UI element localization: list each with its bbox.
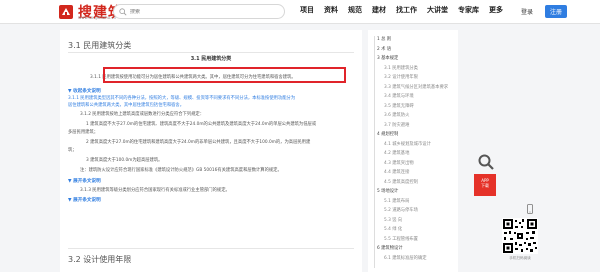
top-header: 搜建筑 www.soujianzhu.cn 项目 资料 规范 建材 找工作 大讲… [0, 0, 600, 24]
toggle-explanation-2[interactable]: ▼ 展开条文说明 [68, 178, 101, 184]
toc-item[interactable]: 3.1 民用建筑分类 [384, 65, 418, 71]
toc-item[interactable]: 5.2 道路与停车场 [384, 207, 418, 213]
toc-item[interactable]: 4.4 建筑连接 [384, 169, 409, 175]
clause-3-1-2: 3.1.2 民用建筑按地上建筑高度或层数进行分类应符合下列规定： [80, 112, 205, 117]
register-button[interactable]: 注册 [545, 5, 567, 18]
toc-item[interactable]: 6.1 建筑标准层的确定 [384, 255, 427, 261]
qr-code-icon [502, 218, 538, 254]
next-section-title: 3.2 设计使用年限 [68, 255, 132, 264]
toc-item[interactable]: 3.6 建筑防火 [384, 112, 409, 118]
item-2-line-2: 筑； [68, 148, 77, 153]
nav-item-building-materials[interactable]: 建材 [372, 5, 386, 15]
login-button[interactable]: 登录 [516, 5, 538, 18]
explanation-1-line-1: 3.1.1 民用建筑类型因其不同的各种分法，按照的大，等级、规模、投资等不同要求… [68, 96, 296, 101]
toc-item[interactable]: 4.3 建筑突出物 [384, 160, 414, 166]
toc-line [374, 36, 375, 268]
toc-item[interactable]: 4 规划控制 [377, 131, 398, 137]
item-1-line-2: 多层民用建筑； [68, 130, 99, 135]
toc-item[interactable]: 4.1 城乡规划及城市设计 [384, 141, 431, 147]
divider [68, 52, 354, 53]
highlight-box [103, 67, 346, 83]
toc-item[interactable]: 5.5 工程管线布置 [384, 236, 418, 242]
sub-title: 3.1 民用建筑分类 [190, 56, 232, 62]
toc-item[interactable]: 5.3 竖 向 [384, 217, 402, 223]
mobile-icon[interactable] [525, 204, 535, 214]
toc-item[interactable]: 4.2 建筑基地 [384, 150, 409, 156]
nav-item-jobs[interactable]: 找工作 [396, 5, 417, 15]
nav-item-more[interactable]: 更多 [489, 5, 503, 15]
search-box[interactable] [113, 4, 285, 19]
side-widgets: APP 下载 手机扫码阅读 [462, 30, 600, 272]
nav-item-lectures[interactable]: 大讲堂 [427, 5, 448, 15]
nav-item-materials[interactable]: 资料 [324, 5, 338, 15]
toc-item[interactable]: 1 总 则 [377, 36, 391, 42]
item-3: 3 建筑高度大于100.0m为超高层建筑。 [86, 158, 163, 163]
nav-item-standards[interactable]: 规范 [348, 5, 362, 15]
toc-item[interactable]: 4.5 建筑高度控制 [384, 179, 418, 185]
section-title: 3.1 民用建筑分类 [68, 41, 132, 50]
toc-item[interactable]: 2 术 语 [377, 46, 391, 52]
toggle-explanation-3[interactable]: ▼ 展开条文说明 [68, 197, 101, 203]
toc-item[interactable]: 5.1 建筑布局 [384, 198, 409, 204]
magnifier-icon[interactable] [478, 154, 494, 170]
divider [68, 248, 354, 249]
search-icon [119, 7, 127, 15]
toc-item[interactable]: 3.3 建筑气候分区对建筑基本要求 [384, 84, 448, 90]
logo-mark-icon [58, 4, 74, 20]
note: 注：建筑防火设计应符合现行国家标准《建筑设计防火规范》GB 50016有关建筑高… [80, 168, 282, 173]
item-2-line-1: 2 建筑高度大于27.0m的住宅建筑和建筑高度大于24.0m的非单层公共建筑，且… [86, 140, 311, 145]
item-1-line-1: 1 建筑高度不大于27.0m的住宅建筑、建筑高度不大于24.0m的公共建筑及建筑… [86, 122, 317, 127]
toc-item[interactable]: 5.4 绿 化 [384, 226, 402, 232]
app-download-label: APP 下载 [481, 178, 489, 188]
clause-3-1-3: 3.1.3 民用建筑等级分类划分应符合国家现行有关标准或行业主管部门的规定。 [80, 188, 230, 193]
toc-panel: 1 总 则 2 术 语 3 基本规定 3.1 民用建筑分类 3.2 设计使用年限 3.3 … [368, 30, 458, 272]
search-input[interactable] [130, 8, 280, 15]
toc-item[interactable]: 3.2 设计使用年限 [384, 74, 418, 80]
logo-subtext: www.soujianzhu.cn [78, 15, 117, 20]
qr-caption: 手机扫码阅读 [509, 256, 531, 260]
toc-item[interactable]: 5 场地设计 [377, 188, 398, 194]
explanation-1-line-2: 居住建筑和公共建筑两大类，其中居住建筑包括住宅和宿舍。 [68, 103, 185, 108]
toc-item[interactable]: 3.4 建筑与环境 [384, 93, 414, 99]
content-card: 3.1 民用建筑分类 3.1 民用建筑分类 3.1.1 民用建筑按使用功能可分为… [60, 30, 362, 272]
toggle-explanation-1[interactable]: ▼ 收起条文说明 [68, 88, 101, 94]
toc-item[interactable]: 3 基本规定 [377, 55, 398, 61]
nav-item-projects[interactable]: 项目 [300, 5, 314, 15]
nav-item-experts[interactable]: 专家库 [458, 5, 479, 15]
app-download-badge[interactable]: APP 下载 [474, 174, 496, 196]
main-nav: 项目 资料 规范 建材 找工作 大讲堂 专家库 更多 [300, 5, 503, 15]
toc-item[interactable]: 6 建筑物设计 [377, 245, 403, 251]
toc-item[interactable]: 3.5 建筑无障碍 [384, 103, 414, 109]
toc-item[interactable]: 3.7 防灾避难 [384, 122, 409, 128]
